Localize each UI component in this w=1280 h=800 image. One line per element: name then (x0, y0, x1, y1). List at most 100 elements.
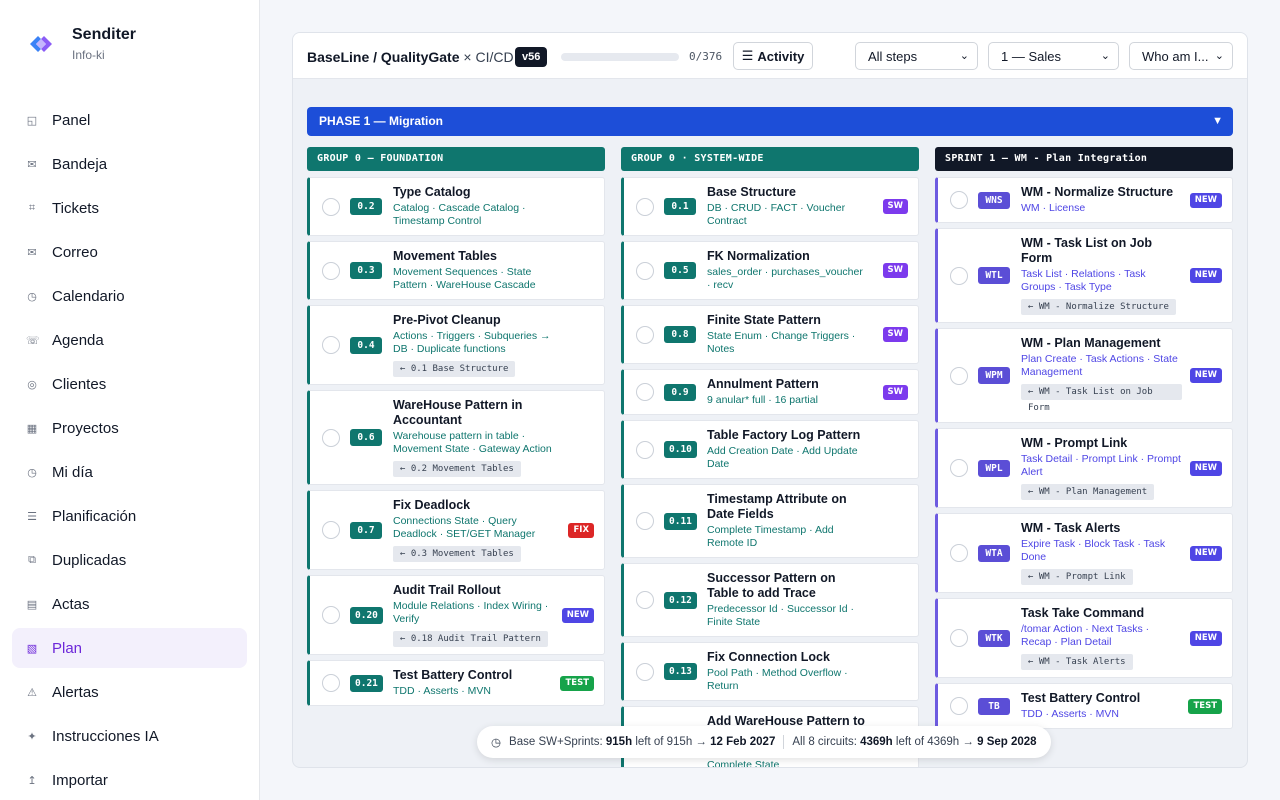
column-header[interactable]: SPRINT 1 — WM - Plan Integration (935, 147, 1233, 171)
task-checkbox[interactable] (950, 544, 968, 562)
dependency-chip[interactable]: ← 0.2 Movement Tables (393, 461, 521, 477)
task-checkbox[interactable] (322, 606, 340, 624)
task-tags: Catalog · Cascade Catalog · Timestamp Co… (393, 202, 526, 227)
task-card[interactable]: Finite State Pattern State Enum · Change … (621, 305, 919, 364)
task-checkbox[interactable] (636, 383, 654, 401)
sidebar-item-clientes[interactable]: ◎ Clientes (12, 364, 247, 404)
plan-board: BaseLine / QualityGate × CI/CD v56 0/376… (292, 32, 1248, 768)
task-card[interactable]: Successor Pattern on Table to add Trace P… (621, 563, 919, 637)
task-card[interactable]: Movement Tables Movement Sequences · Stat… (307, 241, 605, 300)
task-card[interactable]: WM - Prompt Link Task Detail · Prompt Lin… (935, 428, 1233, 508)
phase-header[interactable]: PHASE 1 — Migration ▼ (307, 107, 1233, 136)
task-card[interactable]: Audit Trail Rollout Module Relations · In… (307, 575, 605, 655)
column-header[interactable]: GROUP 0 · SYSTEM-WIDE (621, 147, 919, 171)
sidebar-item-instrucciones-ia[interactable]: ✦ Instrucciones IA (12, 716, 247, 756)
task-card[interactable]: WM - Task Alerts Expire Task · Block Task… (935, 513, 1233, 593)
status-badge: NEW (1189, 460, 1222, 476)
task-card[interactable]: Fix Connection Lock Pool Path · Method Ov… (621, 642, 919, 701)
dependency-chip[interactable]: ← WM - Normalize Structure (1021, 299, 1176, 315)
task-checkbox[interactable] (950, 697, 968, 715)
task-card[interactable]: Fix Deadlock Connections State · Query De… (307, 490, 605, 570)
dependency-chip[interactable]: ← 0.3 Movement Tables (393, 546, 521, 562)
steps-select[interactable]: All steps ⌄ (855, 42, 978, 70)
sales-select[interactable]: 1 — Sales ⌄ (988, 42, 1119, 70)
dependency-chip[interactable]: ← 0.1 Base Structure (393, 361, 516, 377)
sidebar-item-importar[interactable]: ↥ Importar (12, 760, 247, 800)
sidebar-item-plan[interactable]: ▧ Plan (12, 628, 247, 668)
dependency-chip[interactable]: ← WM - Task Alerts (1021, 654, 1133, 670)
task-checkbox[interactable] (322, 674, 340, 692)
task-card[interactable]: Timestamp Attribute on Date Fields Comple… (621, 484, 919, 558)
task-card[interactable]: Annulment Pattern 9 anular* full · 16 par… (621, 369, 919, 415)
task-checkbox[interactable] (322, 428, 340, 447)
dependency-chip[interactable]: ← 0.18 Audit Trail Pattern (393, 631, 548, 647)
task-code: 0.6 (350, 429, 382, 446)
task-tags: 9 anular* full · 16 partial (707, 394, 818, 406)
task-title: Pre-Pivot Cleanup (393, 313, 501, 327)
dependency-chip[interactable]: ← WM - Prompt Link (1021, 569, 1133, 585)
task-code: WNS (978, 191, 1010, 209)
task-card[interactable]: WM - Plan Management Plan Create · Task A… (935, 328, 1233, 423)
task-code: 0.9 (664, 383, 696, 401)
task-title: Fix Deadlock (393, 498, 471, 512)
task-card[interactable]: Pre-Pivot Cleanup Actions · Triggers · Su… (307, 305, 605, 385)
sidebar-item-planificación[interactable]: ☰ Planificación (12, 496, 247, 536)
task-card[interactable]: WM - Normalize Structure WM · License WNS N… (935, 177, 1233, 223)
task-card[interactable]: Task Take Command/tomar Action · Next Ta… (935, 598, 1233, 678)
column-header[interactable]: GROUP 0 — FOUNDATION (307, 147, 605, 171)
sidebar-item-actas[interactable]: ▤ Actas (12, 584, 247, 624)
task-code: WTK (978, 629, 1010, 647)
task-title: Successor Pattern on Table to add Trace (707, 571, 836, 600)
task-checkbox[interactable] (322, 336, 340, 354)
agenda-icon: ☏ (26, 334, 40, 347)
sidebar-item-correo[interactable]: ✉ Correo (12, 232, 247, 272)
task-card[interactable]: FK Normalization sales_order · purchases_… (621, 241, 919, 300)
task-card[interactable]: Base Structure DB · CRUD · FACT · Voucher… (621, 177, 919, 236)
sidebar-item-duplicadas[interactable]: ⧉ Duplicadas (12, 540, 247, 580)
collapse-arrow-icon[interactable]: ▼ (1212, 107, 1223, 136)
sidebar-item-label: Planificación (52, 507, 137, 525)
task-checkbox[interactable] (322, 521, 340, 539)
dependency-chip[interactable]: ← WM - Plan Management (1021, 484, 1155, 500)
who-select[interactable]: Who am I... ⌄ (1129, 42, 1233, 70)
task-checkbox[interactable] (950, 366, 968, 385)
task-card[interactable]: Test Battery Control TDD · Asserts · MVN T… (935, 683, 1233, 729)
task-checkbox[interactable] (950, 266, 968, 285)
sidebar-item-label: Mi día (52, 463, 93, 481)
task-checkbox[interactable] (950, 629, 968, 647)
task-code: WTA (978, 544, 1010, 562)
sidebar-item-label: Proyectos (52, 419, 119, 437)
task-card[interactable]: Type Catalog Catalog · Cascade Catalog · … (307, 177, 605, 236)
brand[interactable]: Senditer Info-ki (24, 26, 136, 62)
task-checkbox[interactable] (636, 325, 654, 344)
task-checkbox[interactable] (322, 197, 340, 216)
sidebar-item-tickets[interactable]: ⌗ Tickets (12, 188, 247, 228)
task-checkbox[interactable] (636, 197, 654, 216)
task-checkbox[interactable] (950, 459, 968, 477)
task-card[interactable]: Test Battery Control TDD · Asserts · MVN 0… (307, 660, 605, 706)
task-checkbox[interactable] (636, 512, 654, 530)
task-checkbox[interactable] (636, 662, 654, 681)
dependency-chip[interactable]: ← WM - Task List on Job Form (1021, 384, 1182, 413)
task-checkbox[interactable] (322, 261, 340, 280)
activity-button[interactable]: ☰ Activity (733, 42, 813, 70)
task-title: Base Structure (707, 185, 796, 199)
sidebar-item-agenda[interactable]: ☏ Agenda (12, 320, 247, 360)
task-checkbox[interactable] (636, 261, 654, 280)
sidebar-item-mi-día[interactable]: ◷ Mi día (12, 452, 247, 492)
task-title: WM - Normalize Structure (1021, 185, 1174, 199)
task-card[interactable]: Table Factory Log Pattern Add Creation Da… (621, 420, 919, 479)
sidebar-item-panel[interactable]: ◱ Panel (12, 100, 247, 140)
task-code: 0.21 (350, 674, 383, 692)
sidebar-item-label: Bandeja (52, 155, 108, 173)
task-tags: Actions · Triggers · Subqueries → DB · D… (393, 330, 551, 355)
sidebar-item-bandeja[interactable]: ✉ Bandeja (12, 144, 247, 184)
task-card[interactable]: WM - Task List on Job Form Task List · Re… (935, 228, 1233, 323)
sidebar-item-alertas[interactable]: ⚠ Alertas (12, 672, 247, 712)
task-card[interactable]: WareHouse Pattern in Accountant Warehouse… (307, 390, 605, 485)
sidebar-item-calendario[interactable]: ◷ Calendario (12, 276, 247, 316)
task-checkbox[interactable] (950, 191, 968, 209)
task-checkbox[interactable] (636, 591, 654, 609)
task-checkbox[interactable] (636, 440, 654, 459)
sidebar-item-proyectos[interactable]: ▦ Proyectos (12, 408, 247, 448)
